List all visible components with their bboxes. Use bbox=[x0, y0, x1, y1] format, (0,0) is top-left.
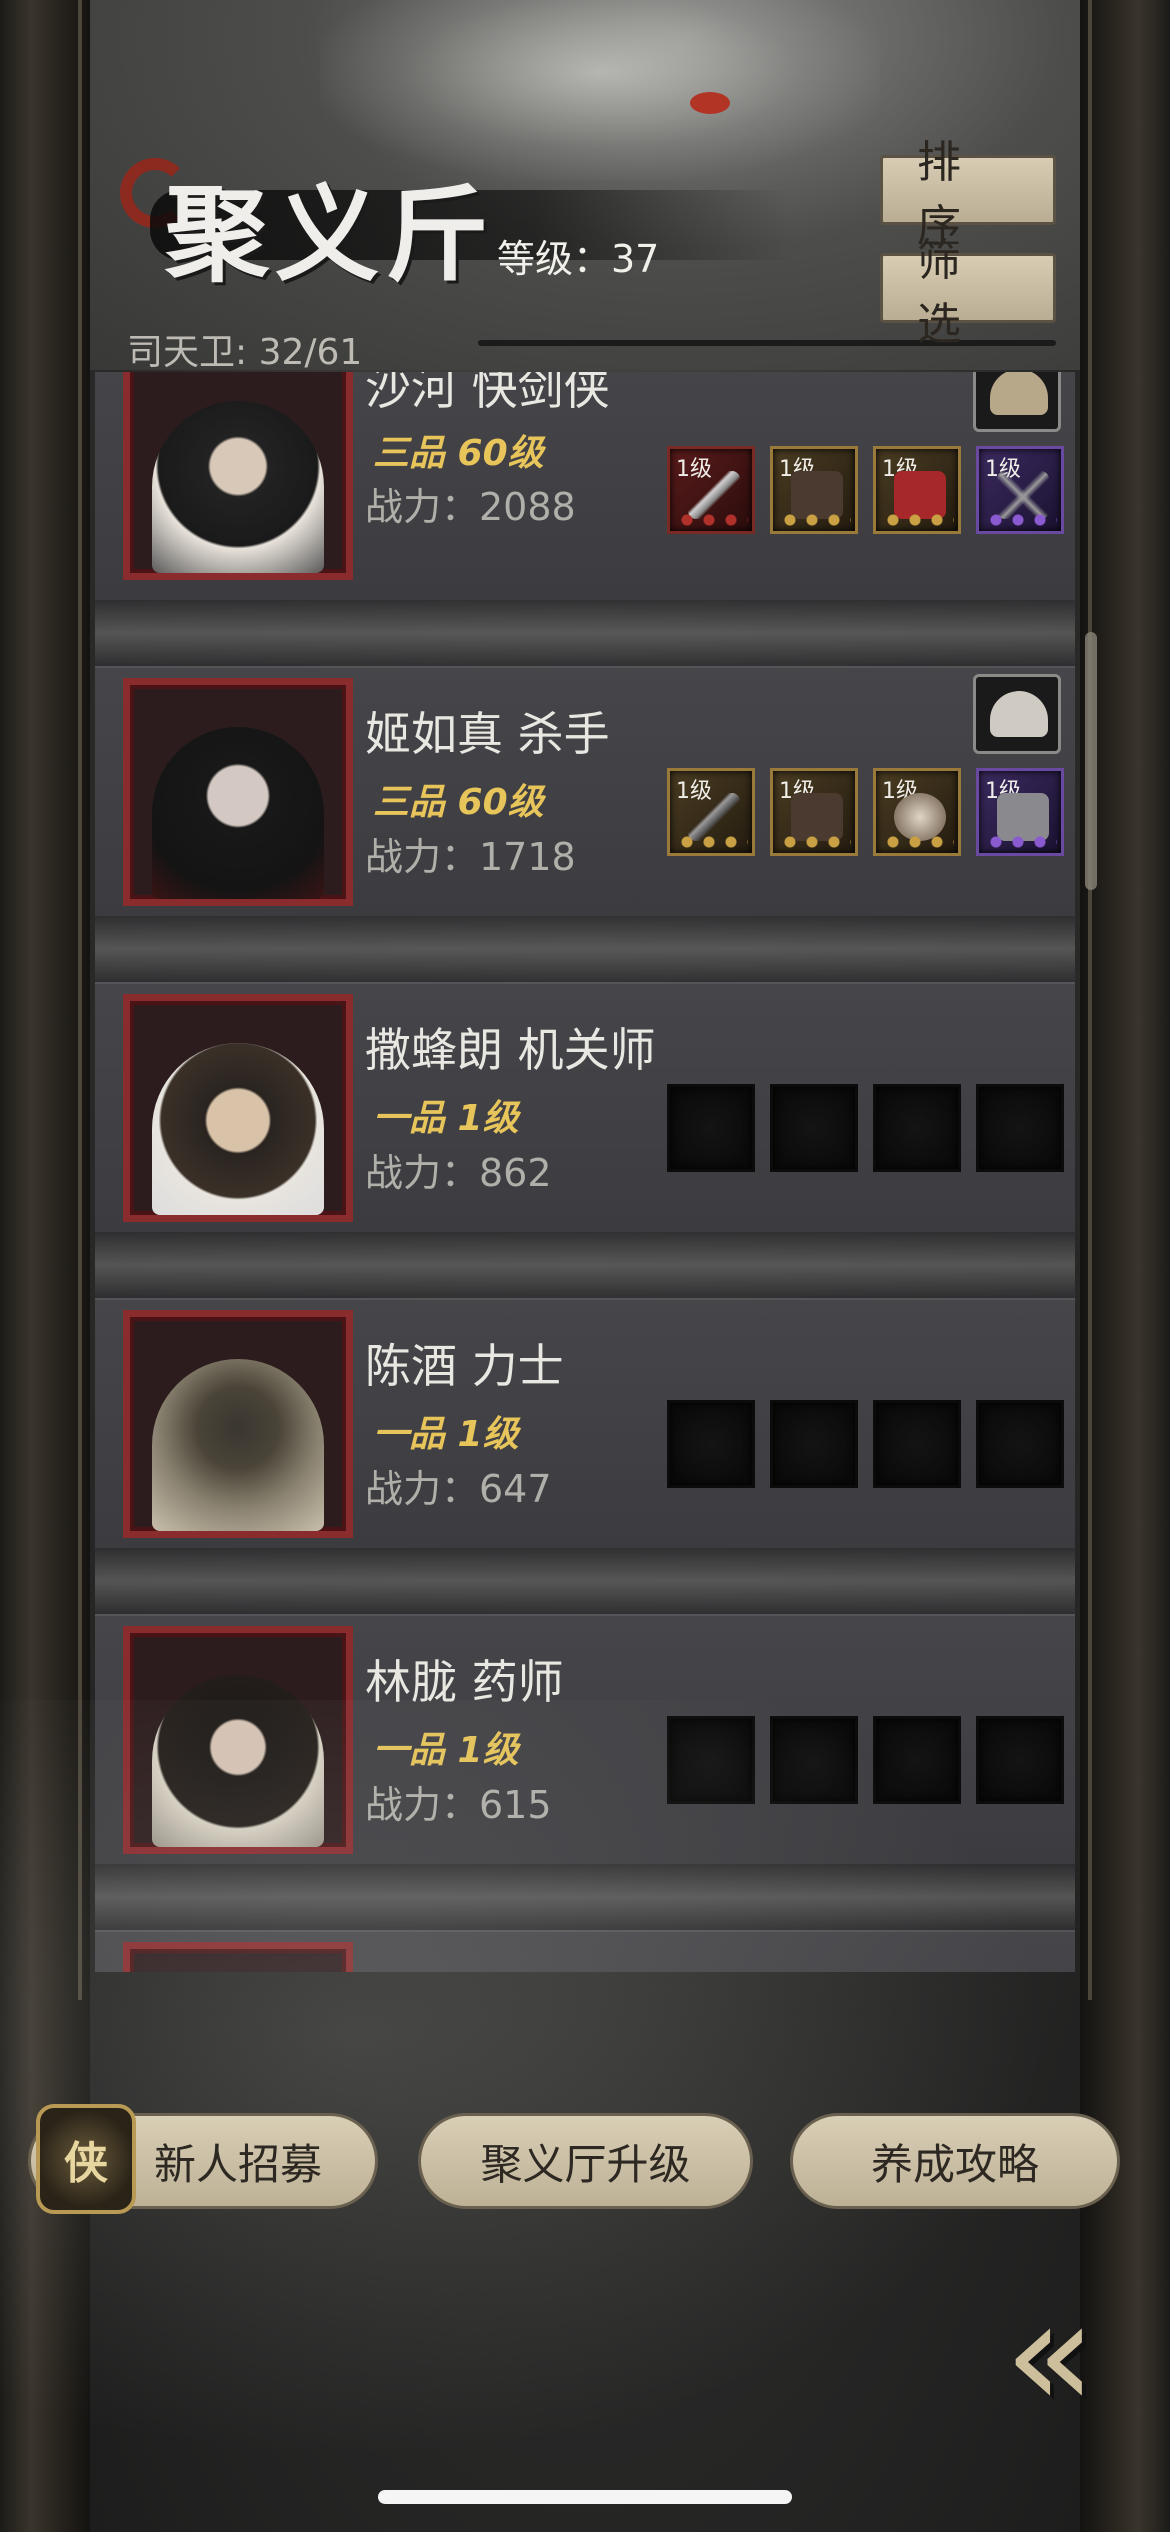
character-name: 林胧 药师 bbox=[365, 1655, 564, 1709]
empty-equipment-slot[interactable] bbox=[873, 1400, 961, 1488]
character-power: 战力：862 bbox=[365, 1151, 552, 1195]
character-name: 江雷 方士 bbox=[365, 1962, 564, 1972]
character-rank: 一品 1级 bbox=[373, 1414, 519, 1455]
equipment-slot[interactable]: 1级 bbox=[770, 768, 858, 856]
character-power: 战力：1718 bbox=[365, 835, 576, 879]
empty-equipment-slot[interactable] bbox=[873, 1716, 961, 1804]
cloak-icon bbox=[894, 471, 946, 519]
equipment-slot[interactable]: 1级 bbox=[667, 768, 755, 856]
list-scrollbar[interactable] bbox=[1085, 632, 1097, 890]
character-portrait bbox=[123, 1626, 353, 1854]
crane-head-decoration bbox=[690, 92, 730, 114]
character-rank: 三品 60级 bbox=[373, 433, 544, 474]
sort-button[interactable]: 排序 bbox=[880, 137, 1056, 252]
character-rank: 一品 1级 bbox=[373, 1730, 519, 1771]
character-rank: 一品 1级 bbox=[373, 1098, 519, 1139]
character-card[interactable]: 江雷 方士 bbox=[95, 1930, 1075, 1972]
character-power: 战力：615 bbox=[365, 1783, 552, 1827]
empty-equipment-slot[interactable] bbox=[667, 1400, 755, 1488]
orb-icon bbox=[894, 793, 946, 841]
dagger-icon bbox=[688, 471, 740, 519]
character-card[interactable]: 陈酒 力士 一品 1级 战力：647 bbox=[95, 1298, 1075, 1548]
filter-button[interactable]: 筛选 bbox=[880, 235, 1056, 350]
hall-upgrade-button[interactable]: 聚义厅升级 bbox=[418, 2113, 753, 2209]
recruit-badge-icon: 侠 bbox=[36, 2104, 136, 2214]
character-portrait bbox=[123, 1942, 353, 1972]
empty-equipment-slot[interactable] bbox=[873, 1084, 961, 1172]
scissors-icon bbox=[997, 471, 1049, 519]
home-indicator[interactable] bbox=[378, 2490, 792, 2504]
empty-equipment-slot[interactable] bbox=[770, 1400, 858, 1488]
recruit-label: 新人招募 bbox=[153, 2139, 322, 2189]
card-divider bbox=[95, 1548, 1075, 1614]
character-portrait bbox=[123, 994, 353, 1222]
empty-equipment-slot[interactable] bbox=[976, 1716, 1064, 1804]
equipment-slot[interactable]: 1级 bbox=[873, 446, 961, 534]
card-divider bbox=[95, 1864, 1075, 1930]
character-card[interactable]: 姬如真 杀手 三品 60级 战力：1718 1级 1级 1级 1级 bbox=[95, 666, 1075, 916]
character-list[interactable]: 沙河 快剑侠 三品 60级 战力：2088 1级 1级 1级 1级 姬如真 杀手 bbox=[95, 372, 1075, 1972]
character-portrait bbox=[123, 678, 353, 906]
equipment-slot[interactable]: 1级 bbox=[976, 768, 1064, 856]
token-slot[interactable] bbox=[973, 674, 1061, 754]
armor-icon bbox=[791, 793, 843, 841]
double-chevron-left-icon[interactable]: « bbox=[950, 2268, 1120, 2442]
character-card[interactable]: 沙河 快剑侠 三品 60级 战力：2088 1级 1级 1级 1级 bbox=[95, 372, 1075, 600]
character-power: 战力：2088 bbox=[365, 485, 576, 529]
hall-level: 等级：37 bbox=[497, 237, 660, 281]
character-card[interactable]: 林胧 药师 一品 1级 战力：615 bbox=[95, 1614, 1075, 1864]
empty-equipment-slot[interactable] bbox=[667, 1716, 755, 1804]
character-portrait bbox=[123, 372, 353, 580]
equipment-slot[interactable]: 1级 bbox=[770, 446, 858, 534]
empty-equipment-slot[interactable] bbox=[976, 1084, 1064, 1172]
character-name: 撒蜂朗 机关师 bbox=[365, 1023, 656, 1077]
guard-count: 司天卫: 32/61 bbox=[127, 332, 363, 373]
character-name: 陈酒 力士 bbox=[365, 1339, 564, 1393]
armor-icon bbox=[791, 471, 843, 519]
token-slot[interactable] bbox=[973, 372, 1061, 432]
card-divider bbox=[95, 916, 1075, 982]
character-portrait bbox=[123, 1310, 353, 1538]
character-name: 姬如真 杀手 bbox=[365, 707, 610, 761]
empty-equipment-slot[interactable] bbox=[976, 1400, 1064, 1488]
empty-equipment-slot[interactable] bbox=[667, 1084, 755, 1172]
dagger-icon bbox=[688, 793, 740, 841]
equipment-slot[interactable]: 1级 bbox=[976, 446, 1064, 534]
page-title: 聚义斤 bbox=[165, 173, 496, 296]
character-power: 战力：647 bbox=[365, 1467, 552, 1511]
empty-equipment-slot[interactable] bbox=[770, 1716, 858, 1804]
equipment-slot[interactable]: 1级 bbox=[667, 446, 755, 534]
empty-equipment-slot[interactable] bbox=[770, 1084, 858, 1172]
training-guide-button[interactable]: 养成攻略 bbox=[790, 2113, 1120, 2209]
character-rank: 三品 60级 bbox=[373, 782, 544, 823]
card-divider bbox=[95, 1232, 1075, 1298]
mushroom-icon bbox=[990, 691, 1048, 737]
card-divider bbox=[95, 600, 1075, 666]
comb-icon bbox=[990, 372, 1048, 415]
character-name: 沙河 快剑侠 bbox=[365, 372, 610, 415]
guide-label: 养成攻略 bbox=[870, 2139, 1039, 2189]
upgrade-label: 聚义厅升级 bbox=[480, 2139, 691, 2189]
bracer-icon bbox=[997, 793, 1049, 841]
character-card[interactable]: 撒蜂朗 机关师 一品 1级 战力：862 bbox=[95, 982, 1075, 1232]
equipment-slot[interactable]: 1级 bbox=[873, 768, 961, 856]
